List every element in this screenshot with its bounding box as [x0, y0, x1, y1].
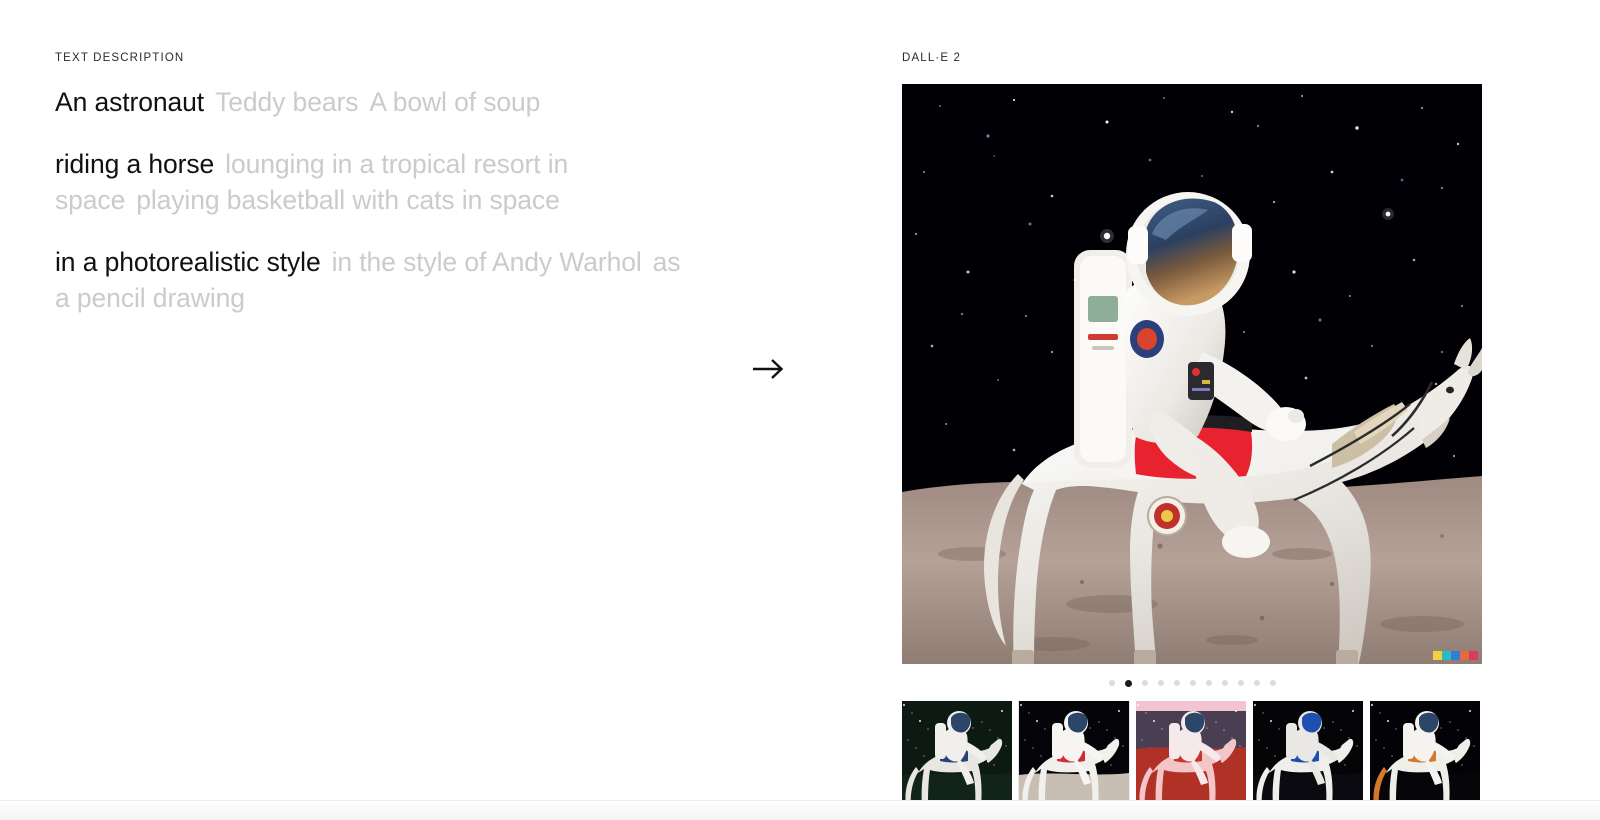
phrase-group-subject: An astronaut Teddy bears A bowl of soup	[55, 84, 695, 120]
carousel-dot-0[interactable]	[1108, 680, 1115, 686]
swatch-cell-4	[1469, 651, 1478, 660]
swatch-cell-1	[1442, 651, 1451, 660]
carousel-dot-9[interactable]	[1253, 680, 1260, 686]
model-output-panel: DALL·E 2	[902, 52, 1482, 811]
carousel-dot-6[interactable]	[1205, 680, 1212, 686]
text-description-panel: TEXT DESCRIPTION An astronaut Teddy bears…	[55, 52, 695, 342]
swatch-cell-3	[1460, 651, 1469, 660]
carousel-dot-2[interactable]	[1141, 680, 1148, 686]
text-description-label: TEXT DESCRIPTION	[55, 52, 185, 64]
phrase-option-teddy-bears[interactable]: Teddy bears	[215, 87, 358, 117]
phrase-option-andy-warhol-style[interactable]: in the style of Andy Warhol	[332, 247, 642, 277]
carousel-dot-10[interactable]	[1269, 680, 1276, 686]
dalle-color-swatch	[1433, 651, 1478, 660]
carousel-dot-5[interactable]	[1189, 680, 1196, 686]
carousel-dots	[902, 676, 1482, 690]
arrow-right-icon[interactable]	[748, 348, 790, 390]
thumbnail-4[interactable]	[1370, 701, 1480, 811]
carousel-dot-1[interactable]	[1124, 679, 1132, 687]
carousel-dot-8[interactable]	[1237, 680, 1244, 686]
phrase-group-action: riding a horse lounging in a tropical res…	[55, 146, 695, 218]
phrase-option-an-astronaut[interactable]: An astronaut	[55, 87, 204, 117]
generated-image-hero[interactable]	[902, 84, 1482, 664]
thumbnail-2[interactable]	[1136, 701, 1246, 811]
thumbnail-3[interactable]	[1253, 701, 1363, 811]
page-section-divider	[0, 800, 1600, 820]
phrase-option-playing-basketball-cats[interactable]: playing basketball with cats in space	[136, 185, 560, 215]
phrase-option-photorealistic-style[interactable]: in a photorealistic style	[55, 247, 321, 277]
swatch-cell-0	[1433, 651, 1442, 660]
thumbnail-strip	[902, 701, 1482, 811]
phrase-option-a-bowl-of-soup[interactable]: A bowl of soup	[369, 87, 540, 117]
carousel-dot-3[interactable]	[1157, 680, 1164, 686]
swatch-cell-2	[1451, 651, 1460, 660]
phrase-option-riding-a-horse[interactable]: riding a horse	[55, 149, 214, 179]
dalle-demo-page: TEXT DESCRIPTION An astronaut Teddy bears…	[0, 0, 1600, 820]
phrase-group-style: in a photorealistic style in the style of…	[55, 244, 695, 316]
carousel-dot-7[interactable]	[1221, 680, 1228, 686]
carousel-dot-4[interactable]	[1173, 680, 1180, 686]
thumbnail-1[interactable]	[1018, 701, 1130, 811]
model-name-label: DALL·E 2	[902, 52, 962, 64]
thumbnail-0[interactable]	[902, 701, 1012, 811]
